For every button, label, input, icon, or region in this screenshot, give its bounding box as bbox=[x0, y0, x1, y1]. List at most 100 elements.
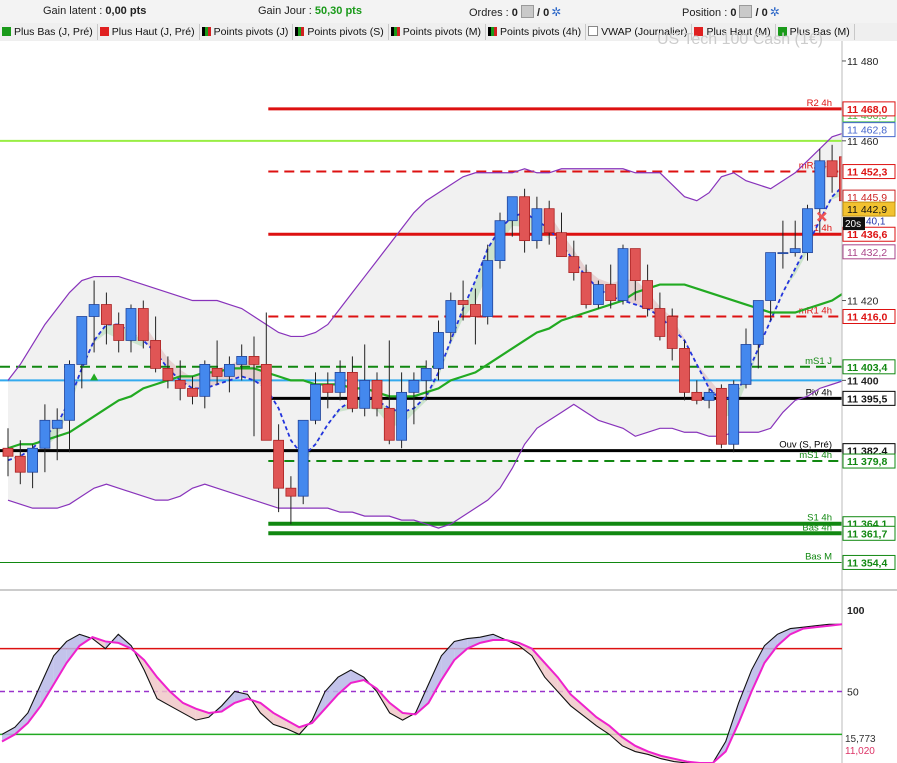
candle-body bbox=[76, 316, 88, 365]
level-name: mS1 4h bbox=[799, 450, 832, 461]
candle-body bbox=[346, 371, 358, 409]
level-price-tag: 11 361,7 bbox=[847, 528, 887, 540]
level-name: mS1 J bbox=[805, 356, 832, 367]
level-price-tag: 11 379,8 bbox=[847, 456, 887, 468]
candle-body bbox=[765, 252, 776, 301]
oscillator-readout: 15,773 bbox=[845, 734, 876, 745]
level-price-tag: 11 468,0 bbox=[847, 104, 887, 116]
oscillator-fill bbox=[325, 677, 338, 709]
oscillator-fill bbox=[260, 702, 274, 725]
candle-body bbox=[260, 364, 272, 441]
candle-body bbox=[64, 364, 75, 421]
candle-body bbox=[605, 284, 617, 301]
level-price-tag: 11 403,4 bbox=[847, 362, 887, 374]
candle-body bbox=[752, 300, 764, 345]
oscillator-fill bbox=[531, 648, 545, 678]
oscillator-readout: 11,020 bbox=[845, 746, 875, 757]
candle-body bbox=[396, 391, 408, 441]
price-chart[interactable]: US Tech 100 Cash (1€)R2 4hmR2 4hR1 4hmR1… bbox=[0, 0, 897, 763]
candle-body bbox=[777, 252, 789, 255]
candle-body bbox=[679, 348, 690, 393]
candle-body bbox=[703, 391, 715, 401]
oscillator-fill bbox=[144, 660, 158, 699]
candle-body bbox=[433, 332, 444, 369]
candle-body bbox=[150, 340, 162, 369]
level-price-tag: 11 452,3 bbox=[847, 167, 887, 179]
candle-body bbox=[580, 272, 592, 305]
price-tick-label: 11 460 bbox=[847, 136, 878, 148]
candle-body bbox=[691, 391, 703, 401]
candle-timer: 20s bbox=[845, 219, 861, 230]
candle-body bbox=[199, 364, 211, 397]
candle-body bbox=[617, 248, 629, 301]
candle-body bbox=[125, 308, 137, 341]
level-name: R2 4h bbox=[807, 98, 832, 109]
candle-body bbox=[420, 368, 432, 381]
candle-body bbox=[482, 260, 494, 317]
candle-body bbox=[285, 487, 297, 497]
price-tick-label: 11 480 bbox=[847, 56, 878, 68]
candle-body bbox=[359, 379, 371, 409]
candle-body bbox=[88, 304, 100, 317]
candle-body bbox=[568, 256, 580, 273]
candle-body bbox=[519, 196, 530, 242]
price-tick-label: 11 400 bbox=[847, 375, 879, 387]
candle-body bbox=[531, 208, 543, 242]
candle-body bbox=[789, 248, 801, 254]
level-price-tag: 11 395,5 bbox=[847, 393, 887, 405]
candle-body bbox=[728, 383, 740, 445]
level-price-tag: 11 416,0 bbox=[847, 311, 887, 323]
candle-body bbox=[494, 220, 506, 261]
price-tag: 11 462,8 bbox=[847, 125, 887, 137]
candle-body bbox=[654, 308, 666, 337]
chart-watermark: US Tech 100 Cash (1€) bbox=[657, 31, 823, 48]
candle-body bbox=[322, 383, 334, 393]
oscillator-fill bbox=[221, 691, 235, 712]
candle-body bbox=[826, 160, 838, 178]
level-name: Bas 4h bbox=[802, 522, 832, 533]
candle-body bbox=[187, 387, 198, 397]
price-tag: 40,1 bbox=[866, 216, 886, 227]
candle-body bbox=[556, 232, 567, 258]
candle-body bbox=[174, 379, 186, 389]
price-tag: 11 432,2 bbox=[847, 247, 887, 259]
level-price-tag: 11 354,4 bbox=[847, 557, 887, 569]
price-tick-label: 11 420 bbox=[847, 296, 878, 308]
candle-body bbox=[248, 356, 260, 365]
candle-body bbox=[469, 304, 481, 317]
candle-body bbox=[716, 387, 727, 445]
candle-body bbox=[383, 407, 395, 441]
candle-body bbox=[740, 344, 752, 385]
candle-body bbox=[802, 208, 813, 254]
level-name: mR1 4h bbox=[799, 305, 832, 316]
oscillator-fill bbox=[441, 641, 455, 681]
candle-body bbox=[27, 447, 39, 473]
candle-body bbox=[457, 300, 469, 305]
candle-body bbox=[310, 383, 321, 421]
level-price-tag: 11 436,6 bbox=[847, 229, 887, 241]
candle-body bbox=[297, 419, 309, 497]
oscillator-tick-label: 100 bbox=[847, 605, 865, 617]
candle-body bbox=[137, 308, 149, 341]
oscillator-fill bbox=[544, 662, 558, 692]
candle-body bbox=[162, 368, 174, 381]
candle-body bbox=[408, 379, 420, 393]
candle-body bbox=[593, 284, 604, 305]
candle-body bbox=[371, 379, 383, 409]
candle-body bbox=[211, 368, 223, 377]
oscillator-fill bbox=[157, 677, 170, 706]
oscillator-fill bbox=[27, 684, 41, 723]
candle-body bbox=[814, 160, 826, 210]
candle-body bbox=[2, 447, 14, 457]
candle-body bbox=[39, 419, 51, 449]
candle-body bbox=[629, 248, 641, 281]
candle-body bbox=[334, 371, 346, 393]
current-price-tag: 11 442,9 bbox=[847, 204, 887, 216]
oscillator-fill bbox=[596, 717, 610, 735]
candle-body bbox=[506, 196, 518, 222]
candle-body bbox=[445, 300, 457, 333]
candle-body bbox=[642, 280, 653, 309]
candle-body bbox=[101, 304, 112, 325]
candle-body bbox=[14, 455, 26, 473]
candle-body bbox=[51, 419, 63, 429]
